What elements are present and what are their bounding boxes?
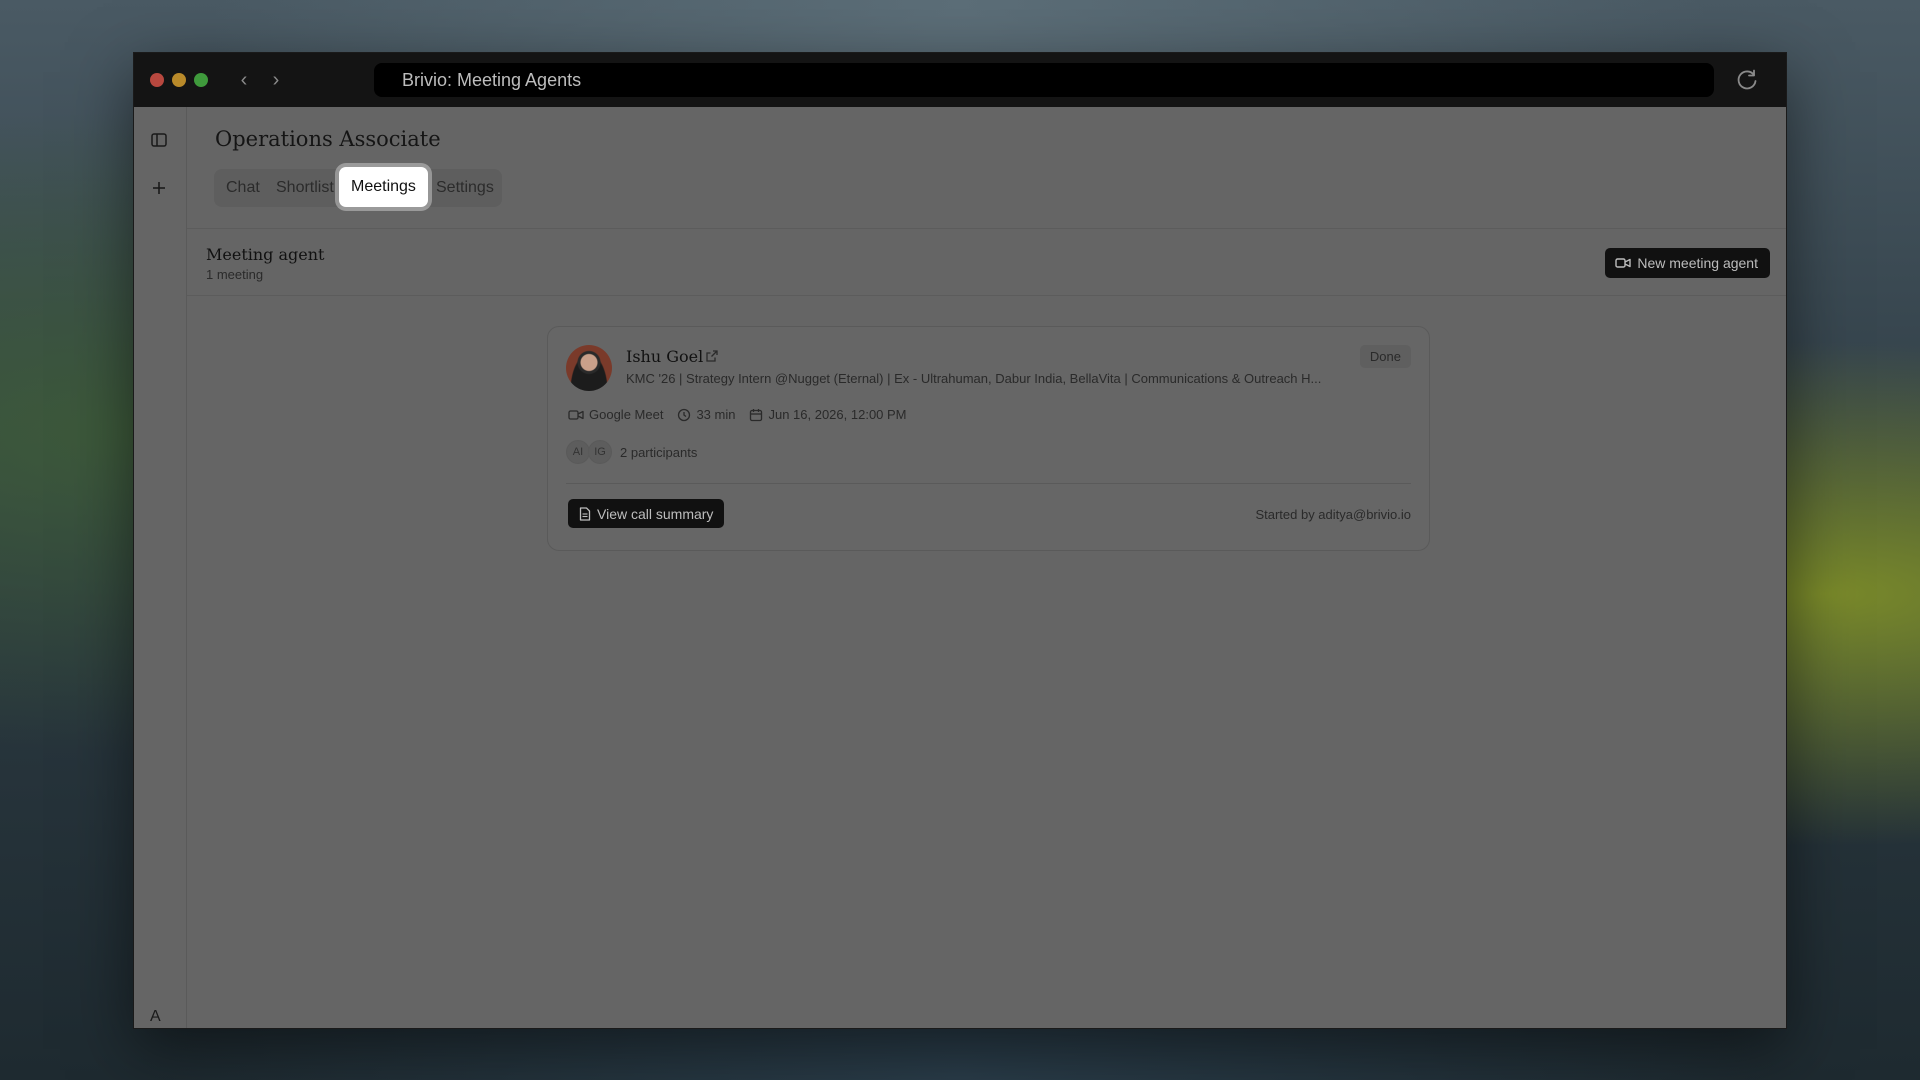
tab-settings[interactable]: Settings (436, 179, 494, 197)
meeting-duration: 33 min (696, 407, 736, 422)
tab-shortlist[interactable]: Shortlist (276, 179, 334, 197)
calendar-icon (749, 408, 763, 422)
participant-headline: KMC '26 | Strategy Intern @Nugget (Etern… (626, 371, 1322, 386)
participant-chip: IG (588, 440, 612, 464)
document-icon (579, 506, 591, 521)
sidebar-toggle-icon[interactable] (150, 131, 170, 151)
participants-count: 2 participants (620, 444, 698, 460)
new-meeting-agent-button[interactable]: New meeting agent (1605, 248, 1770, 278)
address-bar[interactable]: Brivio: Meeting Agents (374, 63, 1714, 97)
forward-arrow-icon[interactable]: › (266, 69, 286, 91)
new-meeting-agent-label: New meeting agent (1637, 255, 1758, 271)
section-title: Meeting agent (206, 245, 325, 264)
header-divider (187, 228, 1786, 229)
reload-icon[interactable] (1734, 67, 1760, 93)
user-avatar[interactable]: A (150, 1008, 161, 1026)
tab-bar: Chat Shortlist Meetings Settings (214, 167, 502, 207)
status-badge: Done (1359, 345, 1411, 368)
meeting-datetime: Jun 16, 2026, 12:00 PM (768, 407, 907, 422)
sidebar: A (134, 107, 187, 1028)
browser-window: ‹ › Brivio: Meeting Agents A Operations … (133, 52, 1787, 1029)
started-by: Started by aditya@brivio.io (1255, 507, 1411, 522)
main-content: Operations Associate Chat Shortlist Meet… (187, 107, 1786, 1028)
tab-meetings[interactable]: Meetings (339, 167, 428, 207)
plus-icon[interactable] (150, 179, 170, 199)
clock-icon (677, 408, 691, 422)
view-call-summary-label: View call summary (597, 505, 714, 522)
minimize-window-button[interactable] (172, 73, 186, 87)
card-divider (566, 483, 1411, 484)
meeting-count: 1 meeting (206, 267, 264, 282)
participant-chip: AI (566, 440, 590, 464)
section-divider (187, 295, 1786, 296)
participants-row: AI IG 2 participants (566, 440, 697, 464)
title-bar: ‹ › Brivio: Meeting Agents (134, 53, 1786, 107)
maximize-window-button[interactable] (194, 73, 208, 87)
video-icon (568, 409, 584, 421)
video-icon (1615, 256, 1632, 270)
participant-avatar (566, 345, 612, 391)
meeting-platform: Google Meet (589, 407, 664, 422)
close-window-button[interactable] (150, 73, 164, 87)
meeting-meta: Google Meet 33 min Jun 16, 2026, 12:00 P… (568, 407, 907, 422)
meeting-card[interactable]: Ishu Goel KMC '26 | Strategy Intern @Nug… (547, 326, 1430, 551)
address-bar-text: Brivio: Meeting Agents (402, 70, 582, 90)
view-call-summary-button[interactable]: View call summary (568, 499, 725, 528)
back-arrow-icon[interactable]: ‹ (234, 69, 254, 91)
external-link-icon[interactable] (705, 349, 719, 363)
tab-chat[interactable]: Chat (226, 179, 260, 197)
participant-name[interactable]: Ishu Goel (626, 347, 703, 366)
page-title: Operations Associate (215, 127, 441, 151)
